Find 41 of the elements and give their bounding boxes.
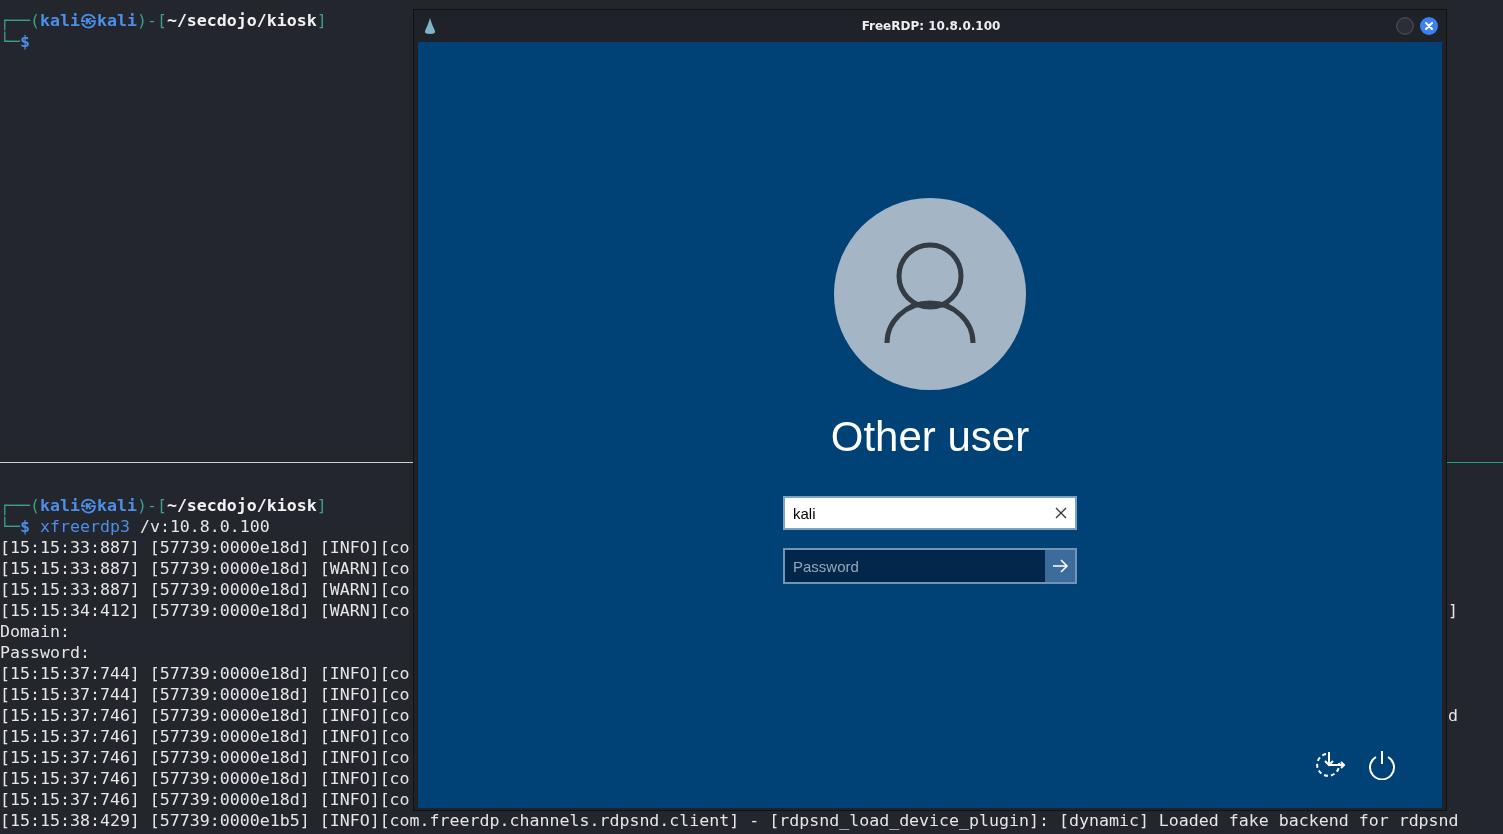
terminal-line: [15:15:37:746] [57739:0000e18d] [INFO][co xyxy=(0,726,410,747)
command-text: xfreerdp3 xyxy=(40,516,130,537)
app-icon xyxy=(424,18,436,34)
terminal-line: [15:15:37:746] [57739:0000e18d] [INFO][co xyxy=(0,705,410,726)
prompt-bracket: ] xyxy=(316,10,327,31)
clear-icon[interactable] xyxy=(1055,507,1067,519)
ease-of-access-icon[interactable] xyxy=(1316,751,1348,779)
user-name: Other user xyxy=(830,412,1030,462)
terminal-line: [15:15:37:744] [57739:0000e18d] [INFO][co xyxy=(0,663,410,684)
terminal-line: [15:15:33:887] [57739:0000e18d] [INFO][co xyxy=(0,537,410,558)
close-button[interactable] xyxy=(1420,17,1438,35)
prompt-bracket: └─ xyxy=(0,31,20,52)
terminal-line: [15:15:37:746] [57739:0000e18d] [INFO][co xyxy=(0,768,410,789)
prompt-bracket: ┌──( xyxy=(0,10,40,31)
terminal-line: [15:15:37:746] [57739:0000e18d] [INFO][co xyxy=(0,789,410,810)
terminal-line: [15:15:38:429] [57739:0000e1b5] [INFO][com.freerdp.channels.rdpsnd.client] - [rdpsnd_load_device_plugin]: [dynamic] Loaded fake backend for rdpsnd xyxy=(0,810,1459,831)
power-icon[interactable] xyxy=(1368,750,1396,780)
username-field[interactable]: kali xyxy=(783,496,1077,530)
prompt-bracket: ] xyxy=(316,495,327,516)
prompt-path: ~/secdojo/kiosk xyxy=(166,495,317,516)
terminal-line: [15:15:37:746] [57739:0000e18d] [INFO][co xyxy=(0,747,410,768)
terminal-line: [15:15:34:412] [57739:0000e18d] [WARN][co xyxy=(0,600,410,621)
terminal-line: Domain: xyxy=(0,621,70,642)
prompt-path: ~/secdojo/kiosk xyxy=(166,10,317,31)
user-icon xyxy=(884,242,976,346)
terminal-line: [15:15:33:887] [57739:0000e18d] [WARN][co xyxy=(0,558,410,579)
window-title: FreeRDP: 10.8.0.100 xyxy=(860,19,1002,33)
prompt-symbol: $ xyxy=(20,32,30,52)
terminal-line: [15:15:33:887] [57739:0000e18d] [WARN][co xyxy=(0,579,410,600)
command-argument: /v:10.8.0.100 xyxy=(139,516,270,537)
prompt-bracket: └─ xyxy=(0,516,20,537)
prompt-bracket: )-[ xyxy=(136,495,167,516)
terminal-line: [15:15:37:744] [57739:0000e18d] [INFO][co xyxy=(0,684,410,705)
prompt-bracket: )-[ xyxy=(136,10,167,31)
prompt-user: kali㉿kali xyxy=(39,10,137,31)
terminal-line-fragment: ] xyxy=(1448,600,1458,621)
prompt-user: kali㉿kali xyxy=(39,495,137,516)
terminal-line: Password: xyxy=(0,642,90,663)
terminal-line-fragment: d xyxy=(1448,705,1458,726)
prompt-bracket: ┌──( xyxy=(0,495,40,516)
prompt-symbol: $ xyxy=(20,517,30,537)
